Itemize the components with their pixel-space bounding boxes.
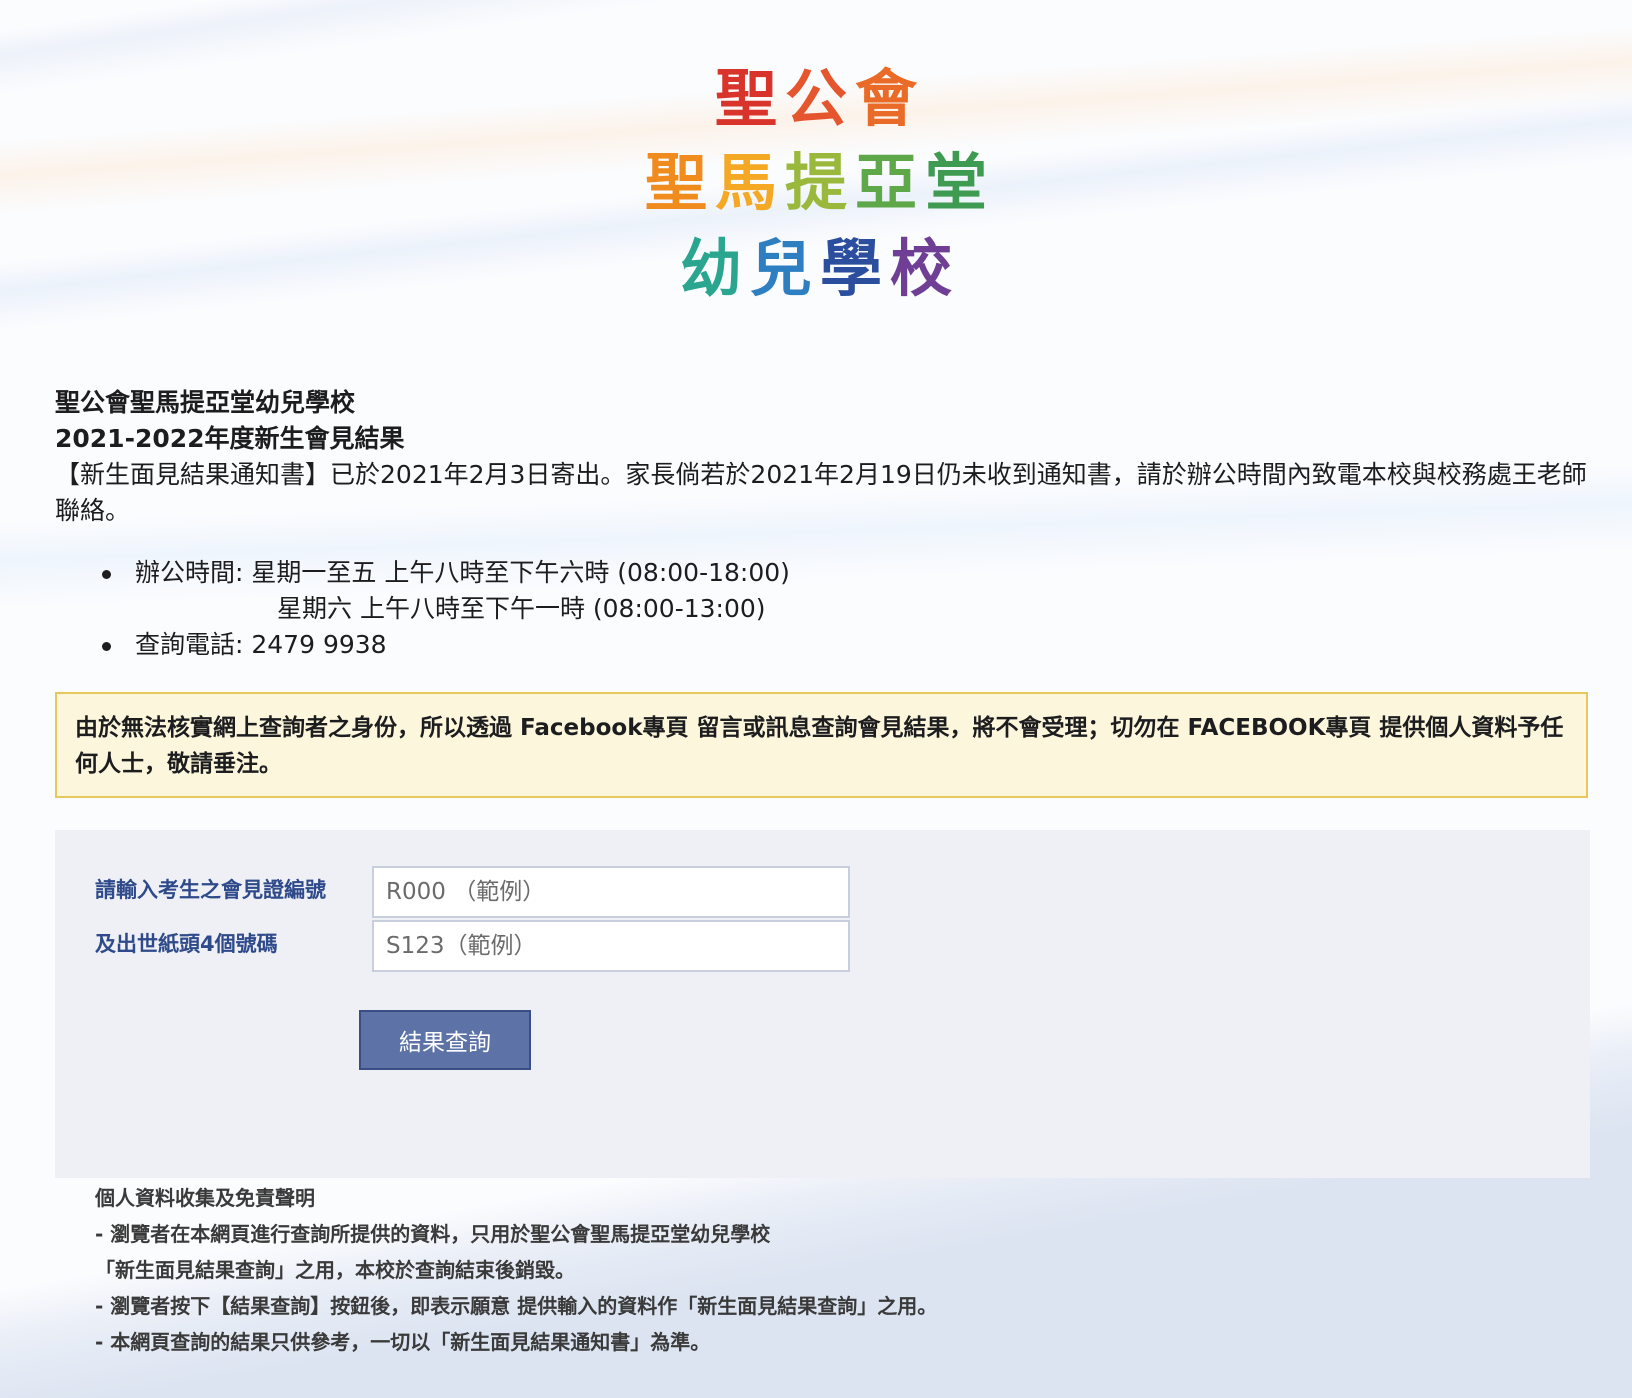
logo-char: 聖 [714,62,785,135]
contact-info-list: 辦公時間: 星期一至五 上午八時至下午六時 (08:00-18:00) 星期六 … [100,555,790,663]
disclaimer-line: - 瀏覽者按下【結果查詢】按鈕後，即表示願意 提供輸入的資料作「新生面見結果查詢… [95,1294,938,1318]
disclaimer-line: 「新生面見結果查詢」之用，本校於查詢結束後銷毀。 [95,1258,575,1282]
school-logo: 聖公會 聖馬提亞堂 幼兒學校 [640,60,1000,310]
phone-item: 查詢電話: 2479 9938 [100,627,790,663]
result-title-heading: 2021-2022年度新生會見結果 [55,424,405,453]
disclaimer-title: 個人資料收集及免責聲明 [95,1186,315,1210]
logo-char: 亞 [855,146,926,219]
logo-char: 公 [784,62,855,135]
interview-no-input[interactable] [372,866,850,918]
result-query-form: 請輸入考生之會見證編號 及出世紙頭4個號碼 結果查詢 [55,830,1590,1178]
logo-char: 馬 [714,146,785,219]
school-name-heading: 聖公會聖馬提亞堂幼兒學校 [55,388,356,417]
office-hours-weekday: 辦公時間: 星期一至五 上午八時至下午六時 (08:00-18:00) [135,558,790,587]
logo-char: 校 [890,232,961,305]
interview-no-label: 請輸入考生之會見證編號 [95,878,326,902]
disclaimer-line: - 瀏覽者在本網頁進行查詢所提供的資料，只用於聖公會聖馬提亞堂幼兒學校 [95,1222,771,1246]
office-hours-item: 辦公時間: 星期一至五 上午八時至下午六時 (08:00-18:00) 星期六 … [100,555,790,627]
logo-char: 堂 [925,146,996,219]
logo-char: 會 [855,62,926,135]
logo-char: 幼 [679,232,750,305]
logo-char: 學 [820,232,891,305]
logo-row-1: 聖公會 [640,68,1000,130]
logo-char: 提 [784,146,855,219]
logo-row-2: 聖馬提亞堂 [640,152,1000,214]
office-hours-saturday: 星期六 上午八時至下午一時 (08:00-13:00) [277,594,766,623]
logo-row-3: 幼兒學校 [640,238,1000,300]
privacy-disclaimer: 個人資料收集及免責聲明 - 瀏覽者在本網頁進行查詢所提供的資料，只用於聖公會聖馬… [95,1180,937,1360]
birth-cert-label: 及出世紙頭4個號碼 [95,932,278,956]
logo-char: 聖 [644,146,715,219]
facebook-warning-notice: 由於無法核實網上查詢者之身份，所以透過 Facebook專頁 留言或訊息查詢會見… [55,692,1588,798]
disclaimer-line: - 本網頁查詢的結果只供參考，一切以「新生面見結果通知書」為準。 [95,1330,711,1354]
logo-char: 兒 [749,232,820,305]
query-result-button[interactable]: 結果查詢 [359,1010,531,1070]
phone-number: 查詢電話: 2479 9938 [135,630,387,659]
birth-cert-input[interactable] [372,920,850,972]
intro-paragraph: 【新生面見結果通知書】已於2021年2月3日寄出。家長倘若於2021年2月19日… [55,460,1587,525]
